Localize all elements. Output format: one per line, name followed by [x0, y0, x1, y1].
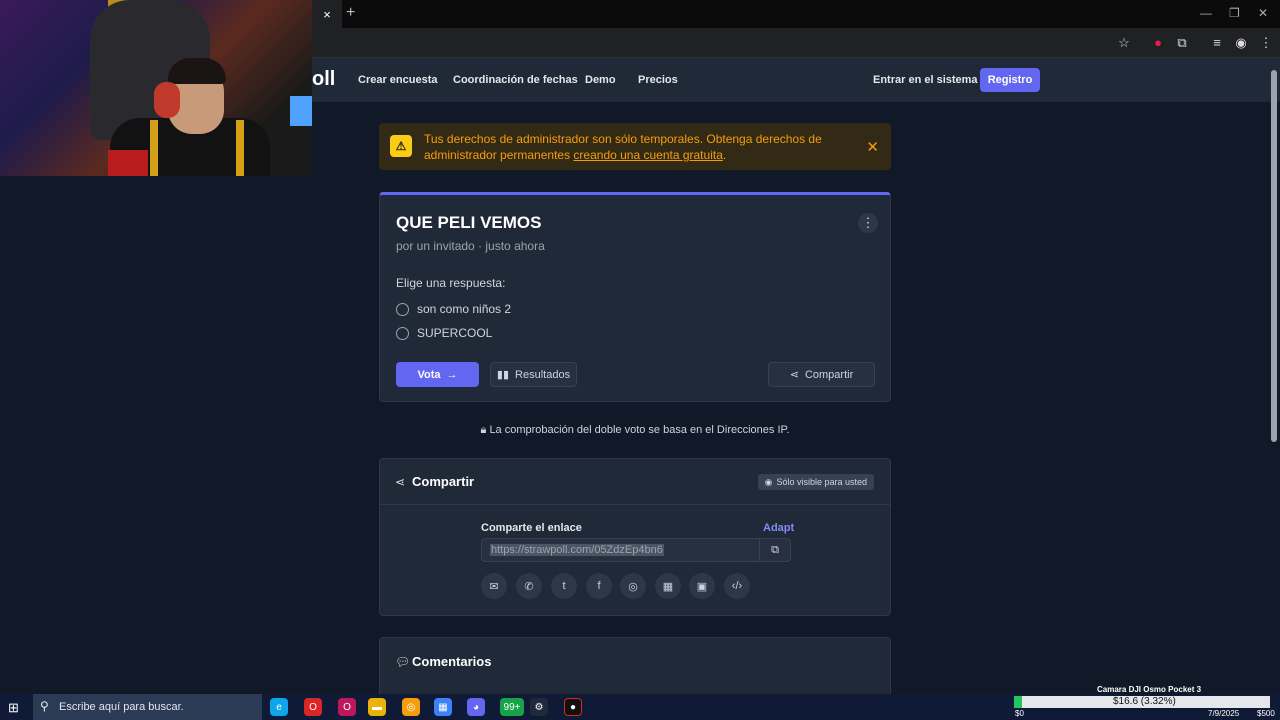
tab-close-button[interactable]: × [312, 0, 342, 28]
share-url-field[interactable]: https://strawpoll.com/05ZdzEp4bn6 ⧉ [481, 538, 791, 562]
arrow-right-icon: → [446, 368, 458, 381]
share-label: Compartir [804, 368, 854, 381]
whatsapp-icon[interactable]: ✆ [516, 573, 542, 599]
steam-icon[interactable]: ⚙ [530, 698, 548, 716]
whatsapp-badge: 99+ [503, 701, 521, 713]
adapt-link[interactable]: Adapt [763, 522, 794, 534]
poll-title: QUE PELI VEMOS [396, 213, 542, 232]
ip-note-text: La comprobación del doble voto se basa e… [489, 424, 790, 436]
visibility-text: Sólo visible para usted [776, 477, 867, 487]
radio-button[interactable] [396, 302, 409, 316]
donation-amount: $16.6 (3.32%) [1113, 696, 1176, 707]
qr-code-icon[interactable]: ▦ [655, 573, 681, 599]
ip-duplicate-check-note: 🔒︎ La comprobación del doble voto se bas… [379, 424, 891, 437]
taskbar-search[interactable]: ⚲ Escribe aquí para buscar. [33, 694, 262, 720]
close-icon[interactable]: ✕ [866, 138, 879, 156]
bookmark-star-icon[interactable]: ☆ [1116, 35, 1132, 51]
streamer-hair [168, 58, 226, 84]
chrome-icon[interactable]: ◎ [402, 698, 420, 716]
warning-icon: ⚠ [390, 135, 412, 157]
email-icon[interactable]: ✉ [481, 573, 507, 599]
share-icon: ⋖ [395, 475, 406, 489]
results-label: Resultados [515, 368, 571, 381]
eye-icon: ◉ [764, 476, 773, 487]
minimize-icon[interactable]: — [1200, 6, 1212, 20]
facebook-icon[interactable]: f [586, 573, 612, 599]
browser-menu-icon[interactable]: ⋮ [1258, 35, 1274, 51]
poll-option[interactable]: son como niños 2 [396, 302, 511, 316]
poll-option-label: SUPERCOOL [417, 326, 493, 340]
goal-start: $0 [1015, 709, 1024, 718]
discord-icon[interactable]: ◕ [467, 698, 485, 716]
red-object [108, 150, 148, 176]
poll-option-label: son como niños 2 [417, 302, 512, 316]
vote-button[interactable]: Vota → [396, 362, 479, 387]
profile-icon[interactable]: ◉ [1233, 35, 1249, 51]
webcam-overlay [0, 0, 312, 176]
file-explorer-icon[interactable]: ▬ [368, 698, 386, 716]
alert-period: . [722, 148, 727, 162]
create-account-link[interactable]: creando una cuenta gratuita [573, 148, 722, 162]
visibility-badge: ◉ Sólo visible para usted [757, 474, 874, 490]
share-title: Compartir [412, 474, 475, 489]
extensions-icon[interactable]: ⧉ [1174, 35, 1190, 51]
more-options-icon[interactable]: ⋮ [858, 213, 878, 233]
opera-extension-icon[interactable]: ● [1150, 35, 1166, 51]
poll-option[interactable]: SUPERCOOL [396, 326, 492, 340]
nav-date-coordination[interactable]: Coordinación de fechas [453, 74, 578, 86]
goal-end: $500 [1257, 709, 1275, 718]
maximize-icon[interactable]: ❐ [1229, 6, 1240, 20]
nav-create-poll[interactable]: Crear encuesta [358, 74, 438, 86]
results-button[interactable]: ▮▮ Resultados [490, 362, 577, 387]
background-monitor [290, 96, 312, 126]
search-icon: ⚲ [40, 699, 49, 713]
radio-button[interactable] [396, 326, 409, 340]
lock-icon: 🔒︎ [480, 424, 487, 436]
new-tab-button[interactable]: + [346, 4, 355, 22]
share-button[interactable]: ⋖ Compartir [768, 362, 875, 387]
comments-title: Comentarios [412, 654, 492, 669]
site-logo[interactable]: oll [312, 68, 335, 91]
donation-goal-fill [1014, 696, 1022, 708]
opera-gx-icon[interactable]: O [338, 698, 356, 716]
nav-login[interactable]: Entrar en el sistema [873, 74, 978, 86]
embed-icon[interactable]: ‹/› [724, 573, 750, 599]
taskbar-date: 7/9/2025 [1208, 709, 1240, 718]
poll-meta: por un invitado · justo ahora [396, 239, 545, 253]
poll-card: QUE PELI VEMOS por un invitado · justo a… [379, 192, 891, 402]
site-navbar: oll Crear encuesta Coordinación de fecha… [312, 58, 1280, 102]
opera-icon[interactable]: O [304, 698, 322, 716]
headphone-earcup [154, 82, 180, 118]
share-header: ⋖ Compartir ◉ Sólo visible para usted [380, 459, 890, 505]
share-card: ⋖ Compartir ◉ Sólo visible para usted Co… [379, 458, 891, 616]
obs-icon[interactable]: ● [564, 698, 582, 716]
share-url[interactable]: https://strawpoll.com/05ZdzEp4bn6 [490, 544, 664, 556]
nav-demo[interactable]: Demo [585, 74, 616, 86]
copy-icon[interactable]: ⧉ [759, 539, 790, 561]
edge-icon[interactable]: e [270, 698, 288, 716]
camera-label: Camara DJI Osmo Pocket 3 [1097, 685, 1202, 694]
media-control-icon[interactable]: ≡ [1209, 35, 1225, 51]
page-scrollbar[interactable] [1271, 70, 1277, 442]
window-close-icon[interactable]: ✕ [1258, 6, 1268, 20]
poll-prompt: Elige una respuesta: [396, 276, 506, 290]
store-icon[interactable]: ▦ [434, 698, 452, 716]
jacket-stripe [236, 120, 244, 176]
reddit-icon[interactable]: ◎ [620, 573, 646, 599]
twitter-icon[interactable]: t [551, 573, 577, 599]
comments-icon: 💬︎ [395, 655, 411, 669]
taskbar-search-placeholder: Escribe aquí para buscar. [59, 701, 184, 713]
share-icon: ⋖ [789, 369, 799, 381]
whatsapp-taskbar-icon[interactable]: 99+ [500, 698, 524, 716]
alert-message: Tus derechos de administrador son sólo t… [424, 131, 824, 163]
register-button[interactable]: Registro [980, 68, 1040, 92]
vote-label: Vota [417, 368, 441, 381]
jacket-stripe [150, 120, 158, 176]
chat-icon[interactable]: ▣ [689, 573, 715, 599]
bar-chart-icon: ▮▮ [496, 369, 510, 381]
windows-start-icon[interactable]: ⊞ [8, 700, 19, 716]
share-link-label: Comparte el enlace [481, 522, 582, 534]
admin-rights-alert: ⚠ Tus derechos de administrador son sólo… [379, 123, 891, 170]
nav-pricing[interactable]: Precios [638, 74, 678, 86]
